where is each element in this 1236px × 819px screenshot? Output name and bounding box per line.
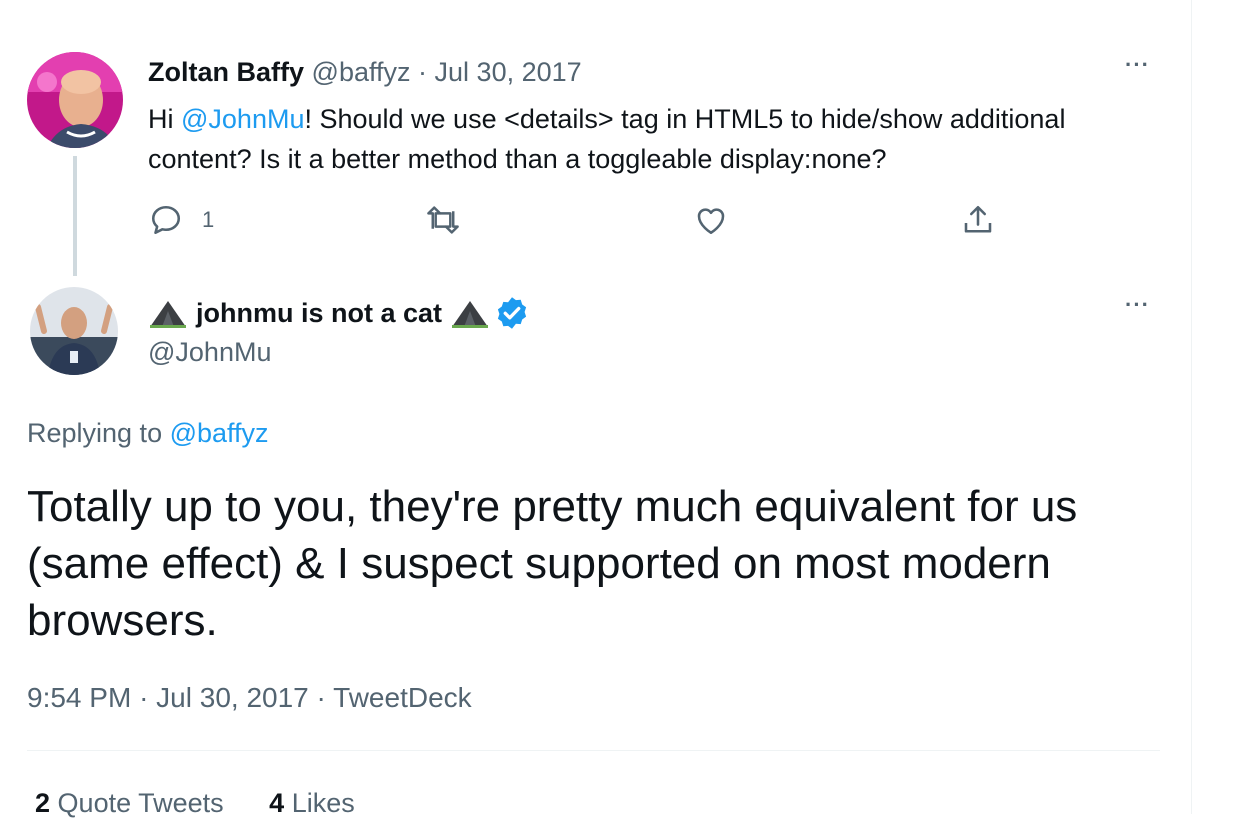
main-author-handle[interactable]: @JohnMu <box>148 337 271 368</box>
tweet-date[interactable]: Jul 30, 2017 <box>156 682 309 713</box>
main-more-button[interactable]: ··· <box>1125 292 1150 318</box>
likes-link[interactable]: 4 Likes <box>269 788 355 819</box>
avatar-zoltan[interactable] <box>27 52 123 148</box>
parent-text-start: Hi <box>148 104 181 134</box>
reply-icon <box>151 205 181 235</box>
divider <box>27 750 1160 751</box>
meta-separator: · <box>139 682 149 713</box>
tweet-time[interactable]: 9:54 PM <box>27 682 131 713</box>
parent-tweet-header: Zoltan Baffy @baffyz · Jul 30, 2017 <box>148 55 582 89</box>
quote-tweets-link[interactable]: 2 Quote Tweets <box>35 788 224 819</box>
reply-button[interactable]: 1 <box>148 202 214 238</box>
avatar-johnmu[interactable] <box>30 287 118 375</box>
parent-date[interactable]: Jul 30, 2017 <box>435 57 582 87</box>
like-icon <box>697 208 725 235</box>
column-border <box>1191 0 1192 814</box>
parent-more-button[interactable]: ··· <box>1125 52 1150 78</box>
tweet-meta: 9:54 PM · Jul 30, 2017 · TweetDeck <box>27 682 472 714</box>
mountain-icon <box>452 301 489 328</box>
main-tweet-text: Totally up to you, they're pretty much e… <box>27 482 1078 645</box>
retweet-icon <box>427 206 459 234</box>
tweet-stats: 2 Quote Tweets 4 Likes <box>35 788 393 819</box>
share-icon <box>964 205 992 233</box>
main-author-name[interactable]: johnmu is not a cat <box>196 298 442 329</box>
replying-to: Replying to @baffyz <box>27 418 269 449</box>
replying-to-link[interactable]: @baffyz <box>170 418 269 448</box>
mountain-icon <box>150 301 186 328</box>
parent-mention-link[interactable]: @JohnMu <box>181 104 304 134</box>
replying-label: Replying to <box>27 418 170 448</box>
thread-line <box>73 156 77 276</box>
share-button[interactable] <box>960 202 996 238</box>
verified-badge-icon <box>497 297 527 329</box>
meta-separator: · <box>316 682 326 713</box>
like-button[interactable] <box>693 202 729 238</box>
reply-count: 1 <box>202 207 215 232</box>
parent-separator: · <box>418 57 428 87</box>
parent-author-handle[interactable]: @baffyz <box>312 57 411 87</box>
parent-tweet-text: Hi @JohnMu! Should we use <details> tag … <box>148 99 1148 179</box>
tweet-source[interactable]: TweetDeck <box>333 682 472 713</box>
main-author-row: johnmu is not a cat <box>148 295 530 331</box>
retweet-button[interactable] <box>424 202 462 238</box>
parent-author-name[interactable]: Zoltan Baffy <box>148 57 304 87</box>
